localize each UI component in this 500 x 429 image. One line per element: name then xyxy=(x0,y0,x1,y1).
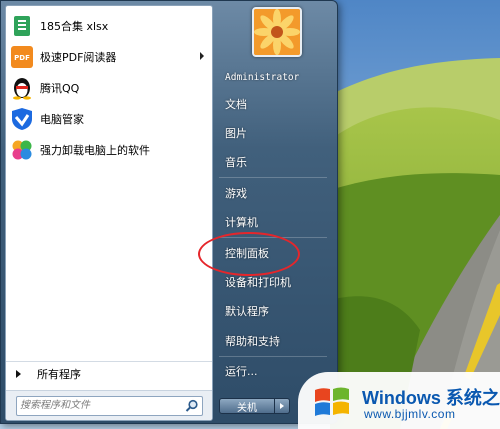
link-default-programs[interactable]: 默认程序 xyxy=(213,297,333,326)
program-item-qq[interactable]: 腾讯QQ xyxy=(6,72,212,103)
search-bar xyxy=(6,390,212,420)
shutdown-group: 关机 xyxy=(219,398,290,414)
link-documents[interactable]: 文档 xyxy=(213,89,333,118)
program-item-uninstaller[interactable]: 强力卸载电脑上的软件 xyxy=(6,134,212,165)
all-programs-button[interactable]: 所有程序 xyxy=(6,361,212,386)
arrow-right-icon xyxy=(280,403,284,409)
qq-penguin-icon xyxy=(10,76,34,100)
arrow-right-icon xyxy=(16,370,21,378)
link-help-support[interactable]: 帮助和支持 xyxy=(213,326,333,355)
start-menu: 185合集 xlsx PDF 极速PDF阅读器 腾讯QQ 电脑管家 强力卸载电脑… xyxy=(0,0,338,424)
start-menu-links: Administrator 文档 图片 音乐 游戏 计算机 控制面板 设备和打印… xyxy=(213,65,333,386)
submenu-arrow-icon xyxy=(200,52,204,60)
program-item-xlsx[interactable]: 185合集 xlsx xyxy=(6,10,212,41)
clover-icon xyxy=(10,138,34,162)
all-programs-label: 所有程序 xyxy=(37,368,81,381)
shield-icon xyxy=(10,107,34,131)
link-games[interactable]: 游戏 xyxy=(213,178,333,207)
svg-text:PDF: PDF xyxy=(14,54,30,62)
windows-logo-icon xyxy=(315,387,349,416)
program-item-pc-manager[interactable]: 电脑管家 xyxy=(6,103,212,134)
program-label: 电脑管家 xyxy=(40,112,84,126)
program-label: 强力卸载电脑上的软件 xyxy=(40,143,150,157)
shutdown-button[interactable]: 关机 xyxy=(219,398,275,414)
excel-sheet-icon xyxy=(10,14,34,38)
search-icon[interactable] xyxy=(185,399,199,413)
watermark-url: www.bjjmlv.com xyxy=(364,407,456,421)
control-panel-highlight-circle xyxy=(198,232,300,276)
link-music[interactable]: 音乐 xyxy=(213,148,333,177)
search-box xyxy=(16,396,203,416)
search-input[interactable] xyxy=(20,398,180,413)
watermark: Windows 系统之家 www.bjjmlv.com xyxy=(298,372,500,429)
program-item-pdf-reader[interactable]: PDF 极速PDF阅读器 xyxy=(6,41,212,72)
program-label: 腾讯QQ xyxy=(40,81,80,95)
user-picture-flower[interactable] xyxy=(252,7,302,57)
program-label: 185合集 xlsx xyxy=(40,19,109,33)
program-label: 极速PDF阅读器 xyxy=(40,50,117,64)
pdf-reader-icon: PDF xyxy=(10,45,34,69)
flower-icon xyxy=(254,9,300,55)
user-name-link[interactable]: Administrator xyxy=(213,65,333,89)
link-pictures[interactable]: 图片 xyxy=(213,118,333,147)
programs-pane: 185合集 xlsx PDF 极速PDF阅读器 腾讯QQ 电脑管家 强力卸载电脑… xyxy=(5,5,213,421)
pinned-programs-list: 185合集 xlsx PDF 极速PDF阅读器 腾讯QQ 电脑管家 强力卸载电脑… xyxy=(6,10,212,165)
shutdown-options-button[interactable] xyxy=(275,398,290,414)
